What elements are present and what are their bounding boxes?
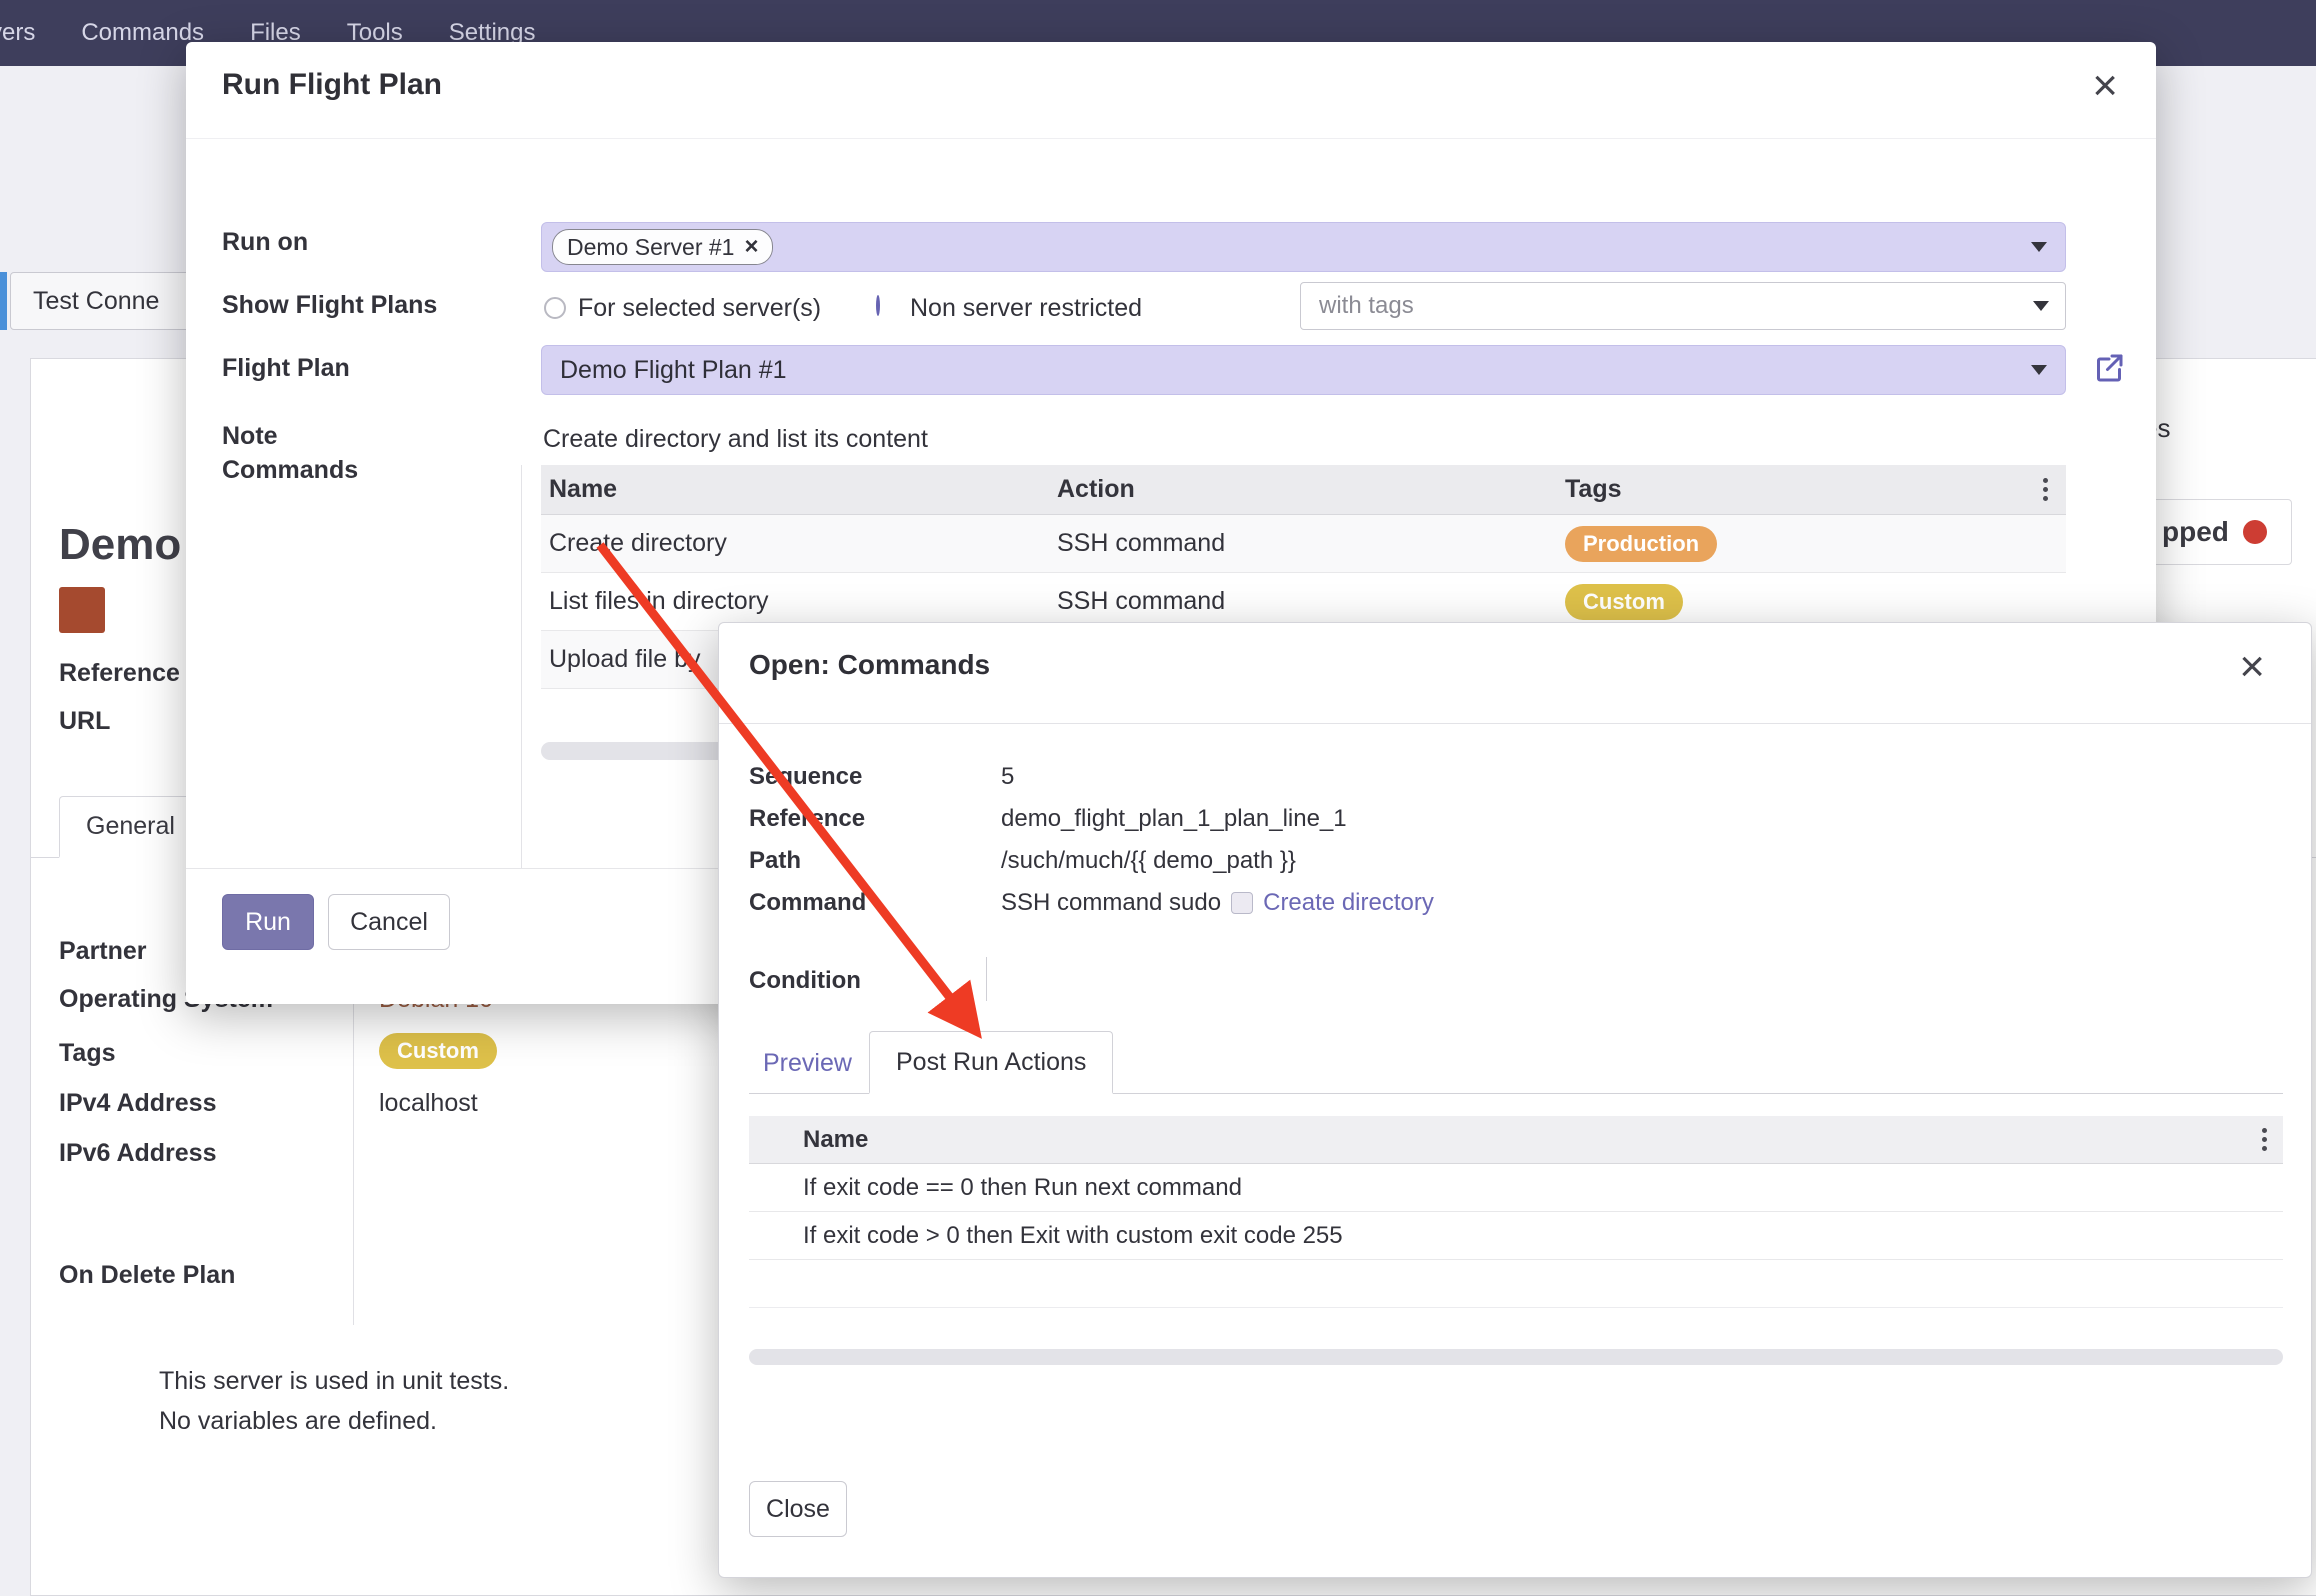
with-tags-select[interactable]: with tags <box>1300 282 2066 330</box>
radio-non-restricted[interactable] <box>876 295 880 316</box>
run-on-label: Run on <box>222 228 308 257</box>
kebab-menu-icon[interactable] <box>2039 474 2052 505</box>
flight-plan-label: Flight Plan <box>222 354 350 383</box>
close-icon[interactable]: × <box>2092 64 2118 108</box>
remove-tag-icon[interactable]: × <box>744 235 758 259</box>
condition-field-divider <box>986 957 987 1001</box>
plan-description: Create directory and list its content <box>543 425 928 454</box>
external-link-icon[interactable] <box>2091 350 2127 386</box>
run-button[interactable]: Run <box>222 894 314 950</box>
path-value: /such/much/{{ demo_path }} <box>1001 847 1296 875</box>
horizontal-scrollbar[interactable] <box>749 1349 2283 1365</box>
cancel-button[interactable]: Cancel <box>328 894 450 950</box>
tag-badge: Production <box>1565 526 1717 562</box>
server-tag-chip: Demo Server #1 × <box>552 229 773 265</box>
col-tags[interactable]: Tags <box>1565 475 2005 504</box>
command-value: SSH command sudo <box>1001 889 1221 916</box>
menu-item-commands[interactable]: Commands <box>81 19 204 47</box>
url-label: URL <box>59 707 110 736</box>
col-name[interactable]: Name <box>549 475 1057 504</box>
tags-label: Tags <box>59 1039 116 1068</box>
table-header-row: Name <box>749 1116 2283 1164</box>
with-tags-placeholder: with tags <box>1319 292 1414 320</box>
sudo-checkbox[interactable] <box>1231 892 1253 914</box>
tag-badge: Custom <box>1565 584 1683 620</box>
flight-plan-value: Demo Flight Plan #1 <box>560 356 787 385</box>
tags-badge: Custom <box>379 1033 497 1069</box>
ipv4-label: IPv4 Address <box>59 1089 216 1118</box>
command-link[interactable]: Create directory <box>1263 889 1434 916</box>
radio-non-restricted-label[interactable]: Non server restricted <box>910 294 1142 323</box>
header-divider <box>719 723 2311 724</box>
dialog-title: Run Flight Plan <box>222 68 442 102</box>
status-label: pped <box>2162 516 2229 548</box>
status-dot-icon <box>2243 520 2267 544</box>
table-header-row: Name Action Tags <box>541 465 2066 515</box>
unit-test-note-2: No variables are defined. <box>159 1407 437 1436</box>
post-run-actions-table: Name If exit code == 0 then Run next com… <box>749 1116 2283 1308</box>
color-swatch[interactable] <box>59 587 105 633</box>
sequence-label: Sequence <box>749 763 862 791</box>
partial-primary-button[interactable] <box>0 272 7 330</box>
cell-action: SSH command <box>1057 587 1565 616</box>
ipv4-value: localhost <box>379 1089 478 1118</box>
note-label: Note <box>222 422 278 451</box>
page: vers Commands Files Tools Settings Test … <box>0 0 2316 1596</box>
close-button[interactable]: Close <box>749 1481 847 1537</box>
tab-post-run-actions[interactable]: Post Run Actions <box>869 1031 1113 1094</box>
partner-label: Partner <box>59 937 147 966</box>
table-row[interactable]: If exit code > 0 then Exit with custom e… <box>749 1212 2283 1260</box>
path-label: Path <box>749 847 801 875</box>
unit-test-note-1: This server is used in unit tests. <box>159 1367 509 1396</box>
command-label: Command <box>749 889 866 917</box>
menu-item-servers[interactable]: vers <box>0 19 35 47</box>
cell-name: If exit code > 0 then Exit with custom e… <box>803 1222 2283 1250</box>
chevron-down-icon <box>2031 242 2047 252</box>
kebab-menu-icon[interactable] <box>2258 1124 2271 1155</box>
sequence-value: 5 <box>1001 763 1014 791</box>
tab-preview[interactable]: Preview <box>763 1049 852 1078</box>
close-icon[interactable]: × <box>2239 645 2265 689</box>
table-row[interactable]: Create directory SSH command Production <box>541 515 2066 573</box>
cell-name: Create directory <box>549 529 1057 558</box>
record-title: Demo <box>59 520 181 570</box>
cell-action: SSH command <box>1057 529 1565 558</box>
reference-value: demo_flight_plan_1_plan_line_1 <box>1001 805 1347 833</box>
reference-label: Reference <box>749 805 865 833</box>
table-row[interactable]: If exit code == 0 then Run next command <box>749 1164 2283 1212</box>
on-delete-plan-label: On Delete Plan <box>59 1261 235 1290</box>
col-name[interactable]: Name <box>803 1126 2258 1154</box>
radio-selected-servers[interactable] <box>544 297 566 319</box>
cell-name: If exit code == 0 then Run next command <box>803 1174 2283 1202</box>
commands-label: Commands <box>222 456 358 485</box>
condition-label: Condition <box>749 967 861 995</box>
run-on-input[interactable]: Demo Server #1 × <box>541 222 2066 272</box>
reference-label: Reference <box>59 659 180 688</box>
col-action[interactable]: Action <box>1057 475 1565 504</box>
chevron-down-icon <box>2031 365 2047 375</box>
empty-row <box>749 1260 2283 1308</box>
dialog-title: Open: Commands <box>749 649 990 681</box>
server-tag-label: Demo Server #1 <box>567 234 734 261</box>
radio-selected-servers-label[interactable]: For selected server(s) <box>578 294 821 323</box>
tab-general[interactable]: General <box>59 796 202 858</box>
section-divider <box>521 465 522 868</box>
chevron-down-icon <box>2033 301 2049 311</box>
cell-name: List files in directory <box>549 587 1057 616</box>
open-commands-dialog: Open: Commands × Sequence 5 Reference de… <box>718 622 2312 1578</box>
show-flight-plans-label: Show Flight Plans <box>222 291 437 320</box>
header-divider <box>186 138 2156 139</box>
ipv6-label: IPv6 Address <box>59 1139 216 1168</box>
flight-plan-select[interactable]: Demo Flight Plan #1 <box>541 345 2066 395</box>
